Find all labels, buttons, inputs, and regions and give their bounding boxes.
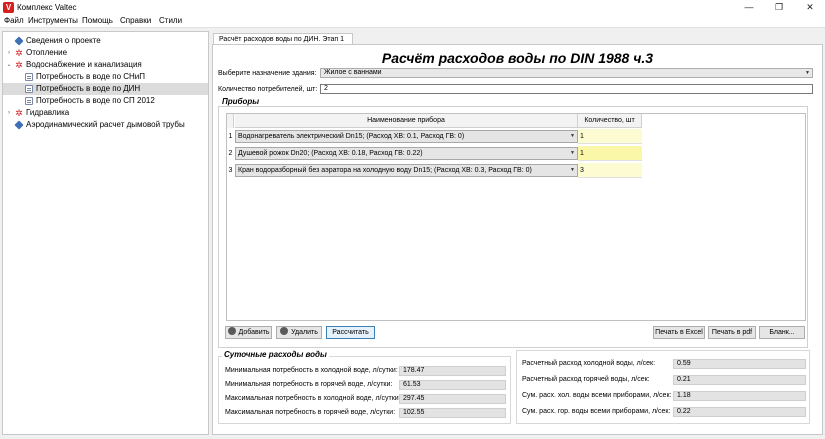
tree-item-label: Сведения о проекте — [26, 36, 101, 45]
calculate-button[interactable]: Рассчитать — [326, 326, 375, 339]
title-bar: V Комплекс Valtec — ❐ ✕ — [0, 0, 825, 15]
device-select[interactable]: Водонагреватель электрический Dn15; (Рас… — [235, 130, 578, 143]
device-name: Водонагреватель электрический Dn15; (Рас… — [238, 133, 465, 140]
window-title: Комплекс Valtec — [17, 3, 77, 12]
menu-styles[interactable]: Стили — [159, 16, 182, 25]
expand-icon[interactable]: › — [5, 107, 13, 119]
add-button[interactable]: Добавить — [225, 326, 272, 339]
print-pdf-button[interactable]: Печать в pdf — [708, 326, 756, 339]
tree-item-label: Потребность в воде по СНиП — [36, 72, 146, 81]
sum-cold-label: Сум. расх. хол. воды всеми приборами, л/… — [522, 392, 672, 399]
blue-diamond-icon — [14, 36, 24, 46]
row-number: 2 — [228, 150, 233, 157]
calc-hot-label: Расчетный расход горячей воды, л/сек: — [522, 376, 650, 383]
daily-max-hot-label: Максимальная потребность в горячей воде,… — [225, 409, 396, 416]
blank-button[interactable]: Бланк... — [759, 326, 805, 339]
dropdown-arrow-icon: ▼ — [570, 167, 575, 173]
tree-item-din[interactable]: Потребность в воде по ДИН — [3, 83, 208, 95]
device-select[interactable]: Душевой рожок Dn20; (Расход ХВ: 0.18, Ра… — [235, 147, 578, 160]
tree-item-label: Аэродинамический расчет дымовой трубы — [26, 120, 185, 129]
device-qty-input[interactable]: 3 — [578, 163, 642, 178]
daily-max-hot-value: 102.55 — [399, 408, 506, 418]
add-icon — [227, 327, 236, 335]
expand-icon[interactable]: › — [5, 47, 13, 59]
consumers-count-input[interactable]: 2 — [320, 84, 813, 94]
menu-bar: Файл Инструменты Помощь Справки Стили — [0, 15, 825, 28]
gear-icon: ✲ — [15, 60, 23, 70]
consumers-count-label: Количество потребителей, шт: — [218, 86, 318, 93]
blue-diamond-icon — [14, 120, 24, 130]
daily-min-cold-value: 178.47 — [399, 366, 506, 376]
calc-cold-value: 0.59 — [673, 359, 806, 369]
gear-icon: ✲ — [15, 108, 23, 118]
device-name: Душевой рожок Dn20; (Расход ХВ: 0.18, Ра… — [238, 150, 423, 157]
print-excel-button[interactable]: Печать в Excel — [653, 326, 705, 339]
document-icon — [25, 85, 33, 93]
device-select[interactable]: Кран водоразборный без аэратора на холод… — [235, 164, 578, 177]
tree-item-hydraulics[interactable]: › ✲ Гидравлика — [3, 107, 208, 119]
dropdown-arrow-icon: ▼ — [805, 70, 810, 76]
menu-references[interactable]: Справки — [120, 16, 151, 25]
building-purpose-label: Выберите назначение здания: — [218, 70, 317, 77]
tree-item-project-info[interactable]: Сведения о проекте — [3, 35, 208, 47]
devices-section-title: Приборы — [222, 97, 260, 106]
tree-item-label: Потребность в воде по ДИН — [36, 84, 141, 93]
delete-label: Удалить — [291, 329, 318, 336]
table-corner — [227, 114, 234, 128]
tree-item-label: Потребность в воде по СП 2012 — [36, 96, 155, 105]
dropdown-arrow-icon: ▼ — [570, 150, 575, 156]
calc-hot-value: 0.21 — [673, 375, 806, 385]
page-title: Расчёт расходов воды по DIN 1988 ч.3 — [381, 50, 654, 66]
menu-help[interactable]: Помощь — [82, 16, 113, 25]
daily-min-hot-value: 61.53 — [399, 380, 506, 390]
sum-hot-label: Сум. расх. гор. воды всеми приборами, л/… — [522, 408, 671, 415]
app-logo-icon: V — [3, 2, 14, 13]
project-tree: Сведения о проекте › ✲ Отопление ⌄ ✲ Вод… — [2, 31, 209, 435]
document-icon — [25, 97, 33, 105]
tree-item-water-supply[interactable]: ⌄ ✲ Водоснабжение и канализация — [3, 59, 208, 71]
gear-icon: ✲ — [15, 48, 23, 58]
column-header-qty: Количество, шт — [578, 114, 642, 128]
building-purpose-value: Жилое с ваннами — [324, 69, 382, 76]
add-label: Добавить — [238, 329, 270, 336]
sum-cold-value: 1.18 — [673, 391, 806, 401]
delete-button[interactable]: Удалить — [276, 326, 322, 339]
document-icon — [25, 73, 33, 81]
collapse-icon[interactable]: ⌄ — [5, 59, 13, 71]
maximize-button[interactable]: ❐ — [764, 0, 794, 15]
tree-item-label: Водоснабжение и канализация — [26, 60, 142, 69]
tree-item-snip[interactable]: Потребность в воде по СНиП — [3, 71, 208, 83]
tree-item-label: Гидравлика — [26, 108, 70, 117]
minimize-button[interactable]: — — [734, 0, 764, 15]
tree-item-label: Отопление — [26, 48, 68, 57]
menu-file[interactable]: Файл — [4, 16, 24, 25]
device-qty-input[interactable]: 1 — [578, 129, 642, 144]
tree-item-heating[interactable]: › ✲ Отопление — [3, 47, 208, 59]
daily-max-cold-value: 297.45 — [399, 394, 506, 404]
daily-min-cold-label: Минимальная потребность в холодной воде,… — [225, 367, 398, 374]
sum-hot-value: 0.22 — [673, 407, 806, 417]
tree-item-sp2012[interactable]: Потребность в воде по СП 2012 — [3, 95, 208, 107]
daily-min-hot-label: Минимальная потребность в горячей воде, … — [225, 381, 393, 388]
menu-tools[interactable]: Инструменты — [28, 16, 78, 25]
tree-item-chimney[interactable]: Аэродинамический расчет дымовой трубы — [3, 119, 208, 131]
device-qty-input[interactable]: 1 — [578, 146, 642, 161]
devices-table: Наименование прибора Количество, шт 1 Во… — [226, 113, 806, 321]
row-number: 3 — [228, 167, 233, 174]
daily-section-title: Суточные расходы воды — [222, 350, 329, 359]
device-name: Кран водоразборный без аэратора на холод… — [238, 167, 532, 174]
calc-cold-label: Расчетный расход холодной воды, л/сек: — [522, 360, 656, 367]
row-number: 1 — [228, 133, 233, 140]
delete-icon — [280, 327, 289, 335]
dropdown-arrow-icon: ▼ — [570, 133, 575, 139]
column-header-name: Наименование прибора — [235, 114, 578, 128]
close-button[interactable]: ✕ — [795, 0, 825, 15]
building-purpose-select[interactable]: Жилое с ваннами ▼ — [320, 68, 813, 78]
daily-max-cold-label: Максимальная потребность в холодной воде… — [225, 395, 401, 402]
